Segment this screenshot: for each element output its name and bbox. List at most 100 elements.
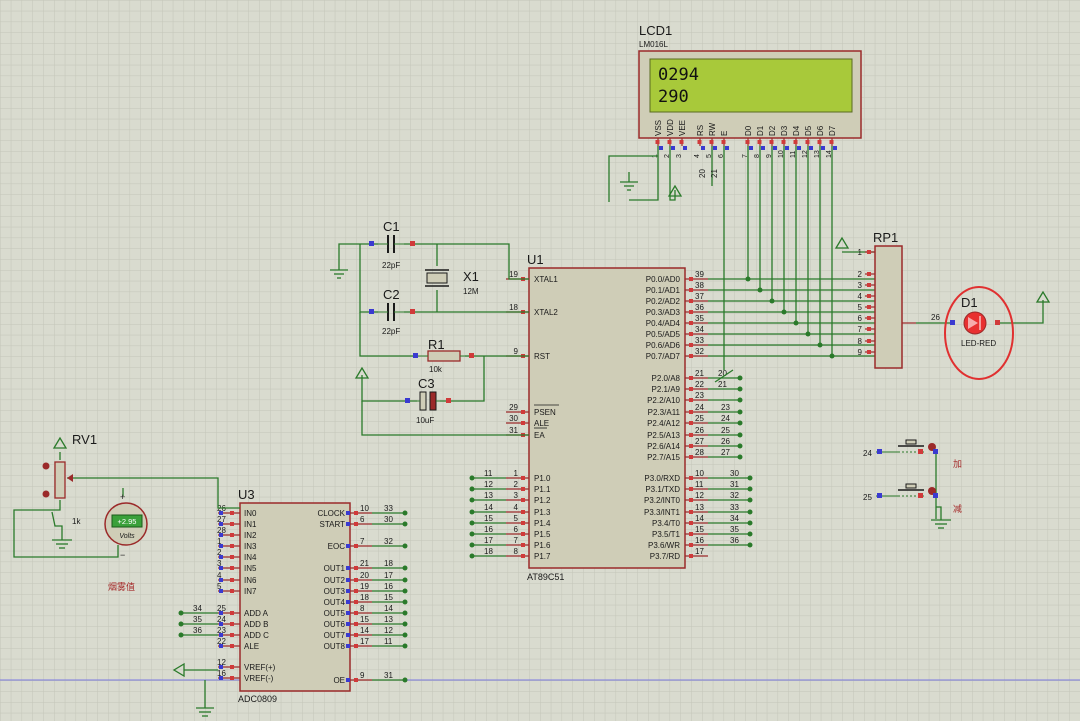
u3-pin-name: OUT3 bbox=[324, 587, 346, 596]
u3-pin-name: IN7 bbox=[244, 587, 257, 596]
u1-pin-number: 17 bbox=[695, 547, 704, 556]
u1-pin-number: 3 bbox=[514, 491, 519, 500]
u3-pin-name: OE bbox=[333, 676, 345, 685]
u1-p1-net-label: 18 bbox=[484, 547, 493, 556]
u3-pin-dot bbox=[230, 665, 234, 669]
x1-value: 12M bbox=[463, 287, 479, 296]
u3-left-junction bbox=[178, 610, 184, 616]
u1-pin-name: ALE bbox=[534, 419, 549, 428]
u1-pin-dot bbox=[521, 498, 525, 502]
u1-pin-name: XTAL1 bbox=[534, 275, 558, 284]
u3-pin-dot bbox=[346, 511, 350, 515]
u1-p3-junction bbox=[747, 520, 753, 526]
u3-pin-name: OUT4 bbox=[324, 598, 346, 607]
u3-ref: U3 bbox=[238, 487, 255, 502]
lcd-pin-dot bbox=[721, 140, 726, 144]
u3-right-net-label: 31 bbox=[384, 671, 393, 680]
u3-pin-name: IN4 bbox=[244, 553, 257, 562]
u1-pin-dot bbox=[521, 476, 525, 480]
u1-pin-dot bbox=[689, 321, 693, 325]
u1-pin-dot bbox=[521, 521, 525, 525]
lcd-pin-number: 3 bbox=[676, 154, 683, 158]
u3-right-junction bbox=[402, 599, 408, 605]
u1-pin-dot bbox=[521, 510, 525, 514]
u1-ref: U1 bbox=[527, 252, 544, 267]
u3-pin-dot bbox=[346, 589, 350, 593]
u3-pin-number: 6 bbox=[360, 515, 365, 524]
u1-pin-name: P3.1/TXD bbox=[645, 485, 680, 494]
voltmeter-reading: +2.95 bbox=[118, 517, 137, 526]
u3-pin-dot bbox=[230, 555, 234, 559]
u1-pin-name: P2.7/A15 bbox=[647, 453, 680, 462]
lcd-pin-dot bbox=[761, 146, 765, 150]
lcd-pin-name: D6 bbox=[816, 125, 825, 136]
u1-pin-name: P0.5/AD5 bbox=[646, 330, 681, 339]
u1-pin-number: 25 bbox=[695, 414, 704, 423]
u1-pin-name: P1.2 bbox=[534, 496, 551, 505]
u3-pin-number: 3 bbox=[217, 559, 222, 568]
u1-pin-name: P2.4/A12 bbox=[647, 419, 680, 428]
schematic-canvas[interactable]: LCD1 LM016L 0294 290 VSS 1 VDD 2 VEE 3 RS 4 RW 5 E… bbox=[0, 0, 1080, 721]
u1-pin-dot bbox=[689, 421, 693, 425]
lcd-pin-dot bbox=[683, 146, 687, 150]
u1-p1-net-label: 13 bbox=[484, 491, 493, 500]
u3-pin-dot bbox=[346, 611, 350, 615]
u3-pin-dot bbox=[230, 544, 234, 548]
u1-pin-name: P2.3/A11 bbox=[648, 408, 681, 417]
u3-pin-dot bbox=[346, 522, 350, 526]
u3-pin-dot bbox=[230, 511, 234, 515]
u1-p3-junction bbox=[747, 475, 753, 481]
u1-pin-name: P1.0 bbox=[534, 474, 551, 483]
button-add-net: 24 bbox=[863, 449, 872, 458]
rp1-pin-number: 6 bbox=[858, 314, 863, 323]
rp1-ref: RP1 bbox=[873, 230, 898, 245]
u3-right-net-label: 17 bbox=[384, 571, 393, 580]
u1-pin-number: 28 bbox=[695, 448, 704, 457]
u3-left-net-label: 34 bbox=[193, 604, 202, 613]
u3-pin-name: IN3 bbox=[244, 542, 257, 551]
u3-pin-dot bbox=[346, 644, 350, 648]
u3-pin-dot bbox=[230, 589, 234, 593]
u3-pin-name: VREF(+) bbox=[244, 663, 276, 672]
lcd-model: LM016L bbox=[639, 40, 668, 49]
u1-pin-number: 29 bbox=[509, 403, 518, 412]
u1-p1-net-label: 15 bbox=[484, 514, 493, 523]
lcd-pin-name: RS bbox=[696, 125, 705, 136]
lcd-pin-dot bbox=[757, 140, 762, 144]
u3-pin-number: 22 bbox=[217, 637, 226, 646]
u1-pin-number: 1 bbox=[514, 469, 519, 478]
u3-right-junction bbox=[402, 577, 408, 583]
rp1-pin-dot bbox=[867, 305, 871, 309]
u3-right-net-label: 12 bbox=[384, 626, 393, 635]
u3-right-net-label: 33 bbox=[384, 504, 393, 513]
u1-pin-name: P1.5 bbox=[534, 530, 551, 539]
lcd-pin-name: D1 bbox=[756, 125, 765, 136]
u3-pin-number: 14 bbox=[360, 626, 369, 635]
u1-pin-dot bbox=[689, 310, 693, 314]
u1-p3-net-label: 30 bbox=[730, 469, 739, 478]
lcd-line-2: 290 bbox=[658, 87, 689, 107]
u1-pin-number: 11 bbox=[695, 480, 704, 489]
u1-pin-name: EA bbox=[534, 431, 545, 440]
u1-p3-net-label: 36 bbox=[730, 536, 739, 545]
u1-pin-name: P1.7 bbox=[534, 552, 551, 561]
u3-pin-number: 18 bbox=[360, 593, 369, 602]
u1-pin-dot bbox=[689, 410, 693, 414]
u1-pin-number: 38 bbox=[695, 281, 704, 290]
u3-pin-number: 12 bbox=[217, 658, 226, 667]
lcd-pin-dot bbox=[833, 146, 837, 150]
u1-pin-dot bbox=[521, 487, 525, 491]
u3-pin-dot bbox=[354, 589, 358, 593]
u3-pin-name: START bbox=[320, 520, 346, 529]
c3-ref: C3 bbox=[418, 376, 435, 391]
rp1-pin-dot bbox=[867, 272, 871, 276]
u1-pin-dot bbox=[521, 532, 525, 536]
lcd-pin-dot bbox=[829, 140, 834, 144]
u3-pin-number: 10 bbox=[360, 504, 369, 513]
u1-p2-junction bbox=[737, 420, 743, 426]
u1-pin-number: 37 bbox=[695, 292, 704, 301]
u1-pin-name: P0.6/AD6 bbox=[646, 341, 681, 350]
u3-pin-name: VREF(-) bbox=[244, 674, 274, 683]
rp1-pin-number: 5 bbox=[858, 303, 863, 312]
lcd-pin-dot bbox=[809, 146, 813, 150]
